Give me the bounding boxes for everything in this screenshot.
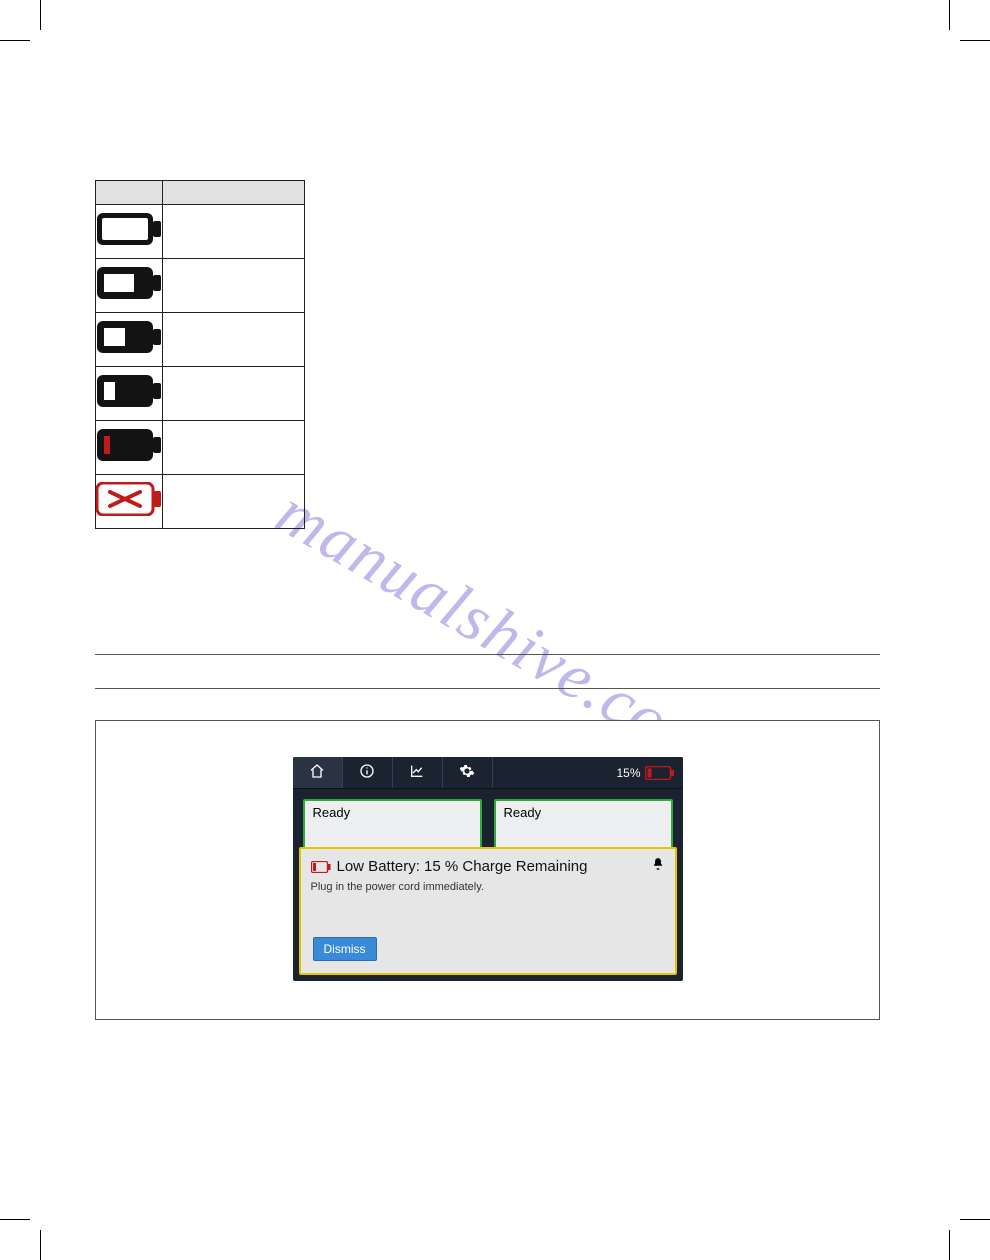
divider [95,688,880,689]
crop-mark [40,1230,41,1260]
table-row [96,367,305,421]
crop-mark [949,1230,950,1260]
home-tab[interactable] [293,757,343,788]
crop-mark [40,0,41,30]
crop-mark [960,1219,990,1220]
battery-low-icon [311,860,331,872]
crop-mark [0,40,30,41]
crop-mark [960,40,990,41]
battery-icon-cell [96,475,163,529]
table-row [96,421,305,475]
battery-50-icon [96,320,162,354]
battery-desc-cell [163,475,305,529]
table-row [96,313,305,367]
battery-icon-cell [96,259,163,313]
battery-fault-icon [96,482,162,516]
table-row [96,205,305,259]
battery-desc-cell [163,421,305,475]
topbar-spacer [493,757,609,788]
crop-mark [0,1219,30,1220]
table-row [96,475,305,529]
gear-tab[interactable] [443,757,493,788]
battery-desc-cell [163,313,305,367]
chart-tab[interactable] [393,757,443,788]
battery-100-icon [96,212,162,246]
battery-desc-cell [163,205,305,259]
chart-icon [409,763,425,782]
battery-icon-cell [96,313,163,367]
info-icon [359,763,375,782]
battery-status-table [95,180,305,529]
alert-message: Plug in the power cord immediately. [311,881,665,893]
battery-25-icon [96,374,162,408]
alert-title: Low Battery: 15 % Charge Remaining [337,858,588,875]
gear-icon [459,763,475,782]
battery-table-header-desc [163,181,305,205]
figure-frame: 15% Ready Ready [95,720,880,1020]
battery-low-icon [96,428,162,462]
battery-icon-cell [96,367,163,421]
alert-header: Low Battery: 15 % Charge Remaining [311,857,665,875]
battery-75-icon [96,266,162,300]
device-screen: 15% Ready Ready [293,757,683,981]
dismiss-button[interactable]: Dismiss [313,937,377,961]
info-tab[interactable] [343,757,393,788]
crop-mark [949,0,950,30]
home-icon [309,763,325,782]
battery-icon-cell [96,205,163,259]
battery-status-chip: 15% [608,757,682,788]
topbar: 15% [293,757,683,789]
battery-desc-cell [163,259,305,313]
low-battery-alert: Low Battery: 15 % Charge Remaining Plug … [299,847,677,975]
bell-icon [651,857,665,875]
battery-table-header-icon [96,181,163,205]
battery-desc-cell [163,367,305,421]
status-tile-title: Ready [504,805,663,820]
battery-percent-text: 15% [616,766,640,780]
page: manualshive.com [40,40,950,1220]
status-tile-title: Ready [313,805,472,820]
table-row [96,259,305,313]
divider [95,654,880,655]
battery-low-icon [645,766,675,780]
battery-icon-cell [96,421,163,475]
